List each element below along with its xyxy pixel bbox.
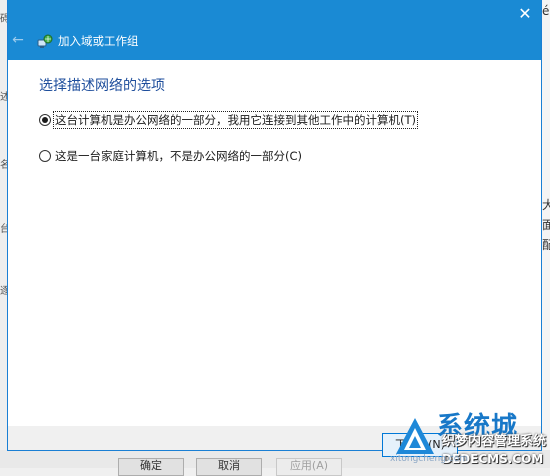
apply-button[interactable]: 应用(A) (276, 458, 342, 476)
option-office-network-label: 这台计算机是办公网络的一部分，我用它连接到其他工作中的计算机(T) (53, 111, 418, 129)
bg-right-fragment: 配 (542, 238, 550, 252)
cancel-button[interactable]: 取消 (196, 458, 262, 476)
ok-button[interactable]: 确定 (118, 458, 184, 476)
page-heading: 选择描述网络的选项 (39, 78, 165, 94)
watermark-url: xitongcheng.com (390, 454, 468, 464)
radio-home-computer[interactable] (39, 150, 51, 162)
join-domain-wizard: ✕ ← 加入域或工作组 选择描述网络的选项 这台计算机是办公网络的一部分，我用它… (8, 0, 541, 450)
wizard-titlebar: ✕ ← 加入域或工作组 (8, 0, 541, 60)
bg-right-fragment: 面 (542, 218, 550, 232)
back-button[interactable]: ← (10, 32, 26, 48)
network-computer-icon (37, 34, 53, 48)
watermark-site-name: 织梦内容管理系统 (442, 434, 547, 449)
wizard-title: 加入域或工作组 (58, 34, 139, 48)
option-home-computer[interactable]: 这是一台家庭计算机，不是办公网络的一部分(C) (39, 147, 303, 165)
back-arrow-icon: ← (12, 32, 24, 48)
close-button[interactable]: ✕ (515, 4, 535, 24)
option-home-computer-label: 这是一台家庭计算机，不是办公网络的一部分(C) (55, 149, 303, 163)
close-icon: ✕ (518, 4, 532, 23)
bg-right-fragment: 大 (542, 198, 550, 212)
background-right-edge: é 大 面 配 (541, 0, 550, 468)
radio-office-network[interactable] (39, 114, 51, 126)
background-left-edge: 碍 述 名 台 逐 (0, 0, 10, 468)
wizard-content: 选择描述网络的选项 这台计算机是办公网络的一部分，我用它连接到其他工作中的计算机… (8, 60, 541, 426)
bg-right-fragment: é (542, 4, 550, 18)
watermark: 系统城 织梦内容管理系统 DEDECMS.COM xitongcheng.com (390, 412, 550, 468)
option-office-network[interactable]: 这台计算机是办公网络的一部分，我用它连接到其他工作中的计算机(T) (39, 111, 418, 129)
